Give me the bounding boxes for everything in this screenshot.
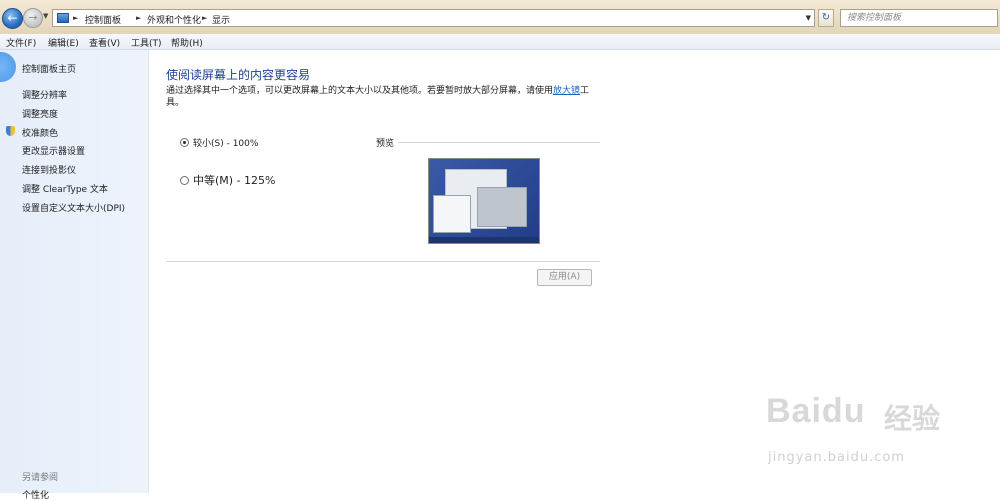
preview-image <box>428 158 540 244</box>
breadcrumb-display[interactable]: 显示 <box>212 13 230 26</box>
back-button[interactable]: ← <box>2 8 23 29</box>
menu-tools[interactable]: 工具(T) <box>131 36 162 49</box>
preview-divider <box>398 142 600 143</box>
description-text: 通过选择其中一个选项，可以更改屏幕上的文本大小以及其他项。若要暂时放大部分屏幕，… <box>166 86 554 96</box>
preview-label: 预览 <box>376 139 395 149</box>
radio-medium[interactable] <box>180 176 189 185</box>
address-bar[interactable]: ► 控制面板 ► 外观和个性化 ► 显示 ▼ <box>52 9 815 27</box>
shield-icon <box>6 126 15 136</box>
magnifier-link[interactable]: 放大镜 <box>553 86 580 96</box>
breadcrumb-appearance[interactable]: 外观和个性化 <box>147 13 201 26</box>
sidebar-item-cleartype[interactable]: 调整 ClearType 文本 <box>22 182 108 195</box>
sidebar-item-projector[interactable]: 连接到投影仪 <box>22 163 76 176</box>
content-divider <box>166 261 600 262</box>
breadcrumb-chevron-icon[interactable]: ► <box>73 14 78 22</box>
sidebar-item-resolution[interactable]: 调整分辨率 <box>22 88 67 101</box>
control-panel-icon <box>57 13 69 23</box>
option-medium-label[interactable]: 中等(M) - 125% <box>193 172 275 188</box>
breadcrumb-chevron-icon[interactable]: ► <box>136 14 141 22</box>
preview-taskbar <box>429 237 539 243</box>
watermark-brand: Baidu <box>766 392 866 430</box>
search-input[interactable]: 搜索控制面板 <box>840 9 998 27</box>
radio-smaller[interactable] <box>180 138 189 147</box>
baidu-watermark-logo: Baidu 经验 jingyan.baidu.com <box>766 384 966 474</box>
cursor-highlight <box>0 52 16 82</box>
forward-button[interactable]: → <box>23 8 43 28</box>
see-also-title: 另请参阅 <box>22 473 59 483</box>
watermark-url: jingyan.baidu.com <box>768 450 905 465</box>
breadcrumb-control-panel[interactable]: 控制面板 <box>85 13 121 26</box>
menu-help[interactable]: 帮助(H) <box>171 36 203 49</box>
menu-view[interactable]: 查看(V) <box>89 36 120 49</box>
sidebar-item-calibrate-color[interactable]: 校准颜色 <box>22 126 58 139</box>
sidebar-item-display-settings[interactable]: 更改显示器设置 <box>22 144 85 157</box>
sidebar-item-custom-dpi[interactable]: 设置自定义文本大小(DPI) <box>22 201 125 214</box>
apply-button[interactable]: 应用(A) <box>537 269 592 286</box>
recent-pages-chevron-down-icon[interactable]: ▼ <box>43 12 48 20</box>
sidebar-item-personalization[interactable]: 个性化 <box>22 488 49 501</box>
preview-window-icon <box>477 187 527 227</box>
watermark-cn: 经验 <box>884 402 941 435</box>
page-title: 使阅读屏幕上的内容更容易 <box>166 68 311 82</box>
option-smaller-label[interactable]: 较小(S) - 100% <box>193 136 258 149</box>
preview-window-icon <box>433 195 471 233</box>
menu-edit[interactable]: 编辑(E) <box>48 36 79 49</box>
menu-file[interactable]: 文件(F) <box>6 36 36 49</box>
refresh-button[interactable]: ↻ <box>818 9 834 27</box>
sidebar-item-brightness[interactable]: 调整亮度 <box>22 107 58 120</box>
sidebar: 控制面板主页 调整分辨率 调整亮度 校准颜色 更改显示器设置 连接到投影仪 调整… <box>0 50 149 501</box>
breadcrumb-chevron-icon[interactable]: ► <box>202 14 207 22</box>
title-address-bar: ← → ▼ ► 控制面板 ► 外观和个性化 ► 显示 ▼ ↻ 搜索控制面板 <box>0 0 1000 35</box>
address-dropdown-chevron-down-icon[interactable]: ▼ <box>806 14 811 22</box>
page-description: 通过选择其中一个选项，可以更改屏幕上的文本大小以及其他项。若要暂时放大部分屏幕，… <box>166 85 606 109</box>
menu-bar: 文件(F) 编辑(E) 查看(V) 工具(T) 帮助(H) <box>0 34 1000 50</box>
sidebar-item-control-panel-home[interactable]: 控制面板主页 <box>22 62 76 75</box>
